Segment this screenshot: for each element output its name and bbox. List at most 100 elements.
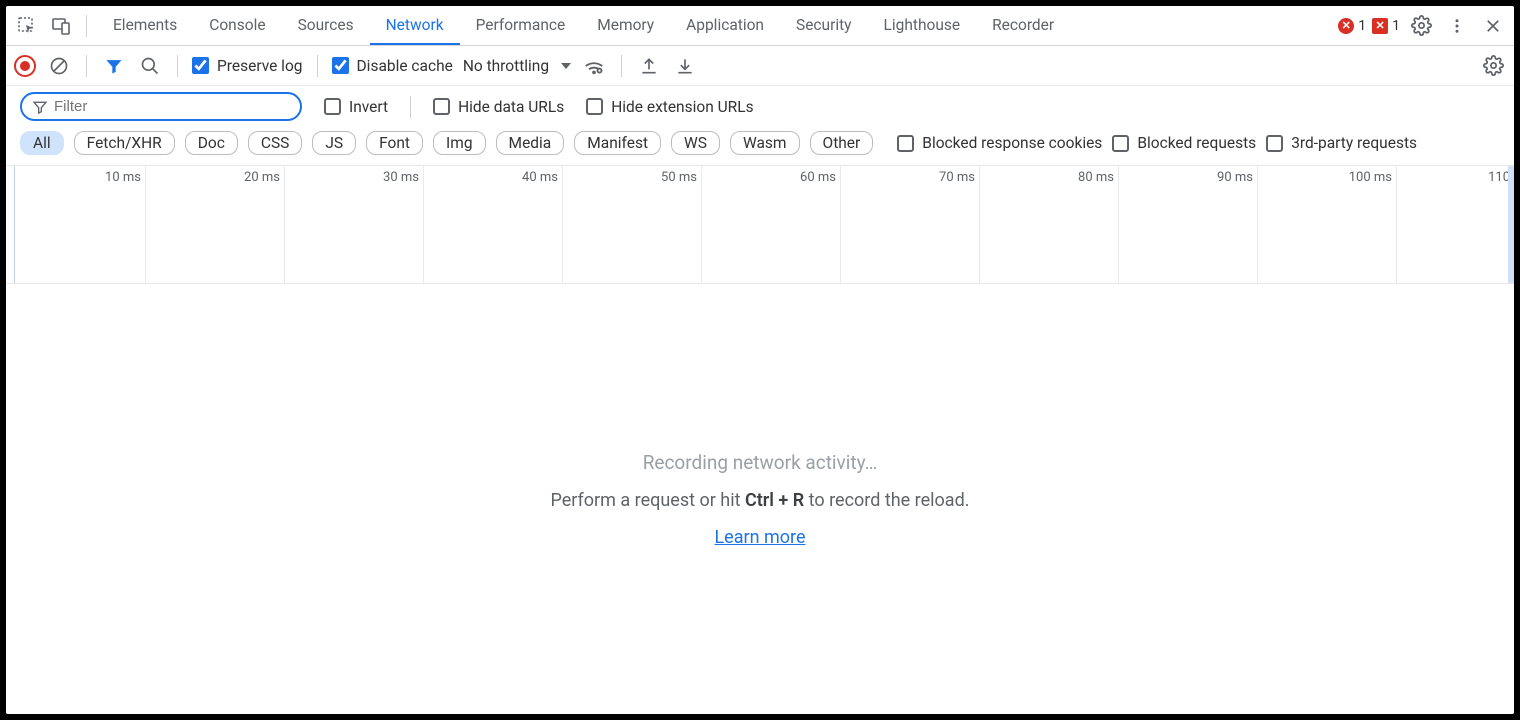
checkbox-icon (586, 98, 603, 115)
tick-label: 10 ms (105, 170, 145, 185)
export-har-icon[interactable] (636, 53, 662, 79)
disable-cache-input[interactable] (332, 57, 349, 74)
error-icon: ✕ (1338, 18, 1354, 34)
learn-more-link[interactable]: Learn more (714, 527, 805, 548)
tick-label: 100 ms (1349, 170, 1396, 185)
close-icon[interactable] (1478, 11, 1508, 41)
invert-label: Invert (349, 98, 388, 116)
blocked-cookies-checkbox[interactable]: Blocked response cookies (897, 134, 1102, 152)
settings-icon[interactable] (1406, 11, 1436, 41)
tick-label: 60 ms (800, 170, 840, 185)
empty-title: Recording network activity… (643, 451, 878, 474)
tick-label: 90 ms (1217, 170, 1257, 185)
tab-sources[interactable]: Sources (282, 6, 370, 45)
tab-elements[interactable]: Elements (97, 6, 193, 45)
network-toolbar: Preserve log Disable cache No throttling (6, 46, 1514, 86)
divider (86, 55, 87, 77)
empty-subtitle: Perform a request or hit Ctrl + R to rec… (551, 490, 970, 511)
chip-js[interactable]: JS (312, 131, 356, 155)
clear-icon[interactable] (46, 53, 72, 79)
hide-data-urls-checkbox[interactable]: Hide data URLs (433, 98, 564, 116)
filter-toggle-icon[interactable] (101, 53, 127, 79)
timeline-scroll-hint (1508, 166, 1514, 283)
tab-performance[interactable]: Performance (460, 6, 582, 45)
search-icon[interactable] (137, 53, 163, 79)
hide-extension-urls-label: Hide extension URLs (611, 98, 753, 116)
divider (177, 55, 178, 77)
filter-icon (32, 99, 48, 115)
invert-checkbox[interactable]: Invert (324, 98, 388, 116)
chip-fetch-xhr[interactable]: Fetch/XHR (74, 131, 175, 155)
throttling-select[interactable]: No throttling (463, 57, 571, 75)
timeline-tick (562, 166, 563, 283)
timeline-tick (701, 166, 702, 283)
third-party-checkbox[interactable]: 3rd-party requests (1266, 134, 1417, 152)
hide-extension-urls-checkbox[interactable]: Hide extension URLs (586, 98, 753, 116)
empty-state: Recording network activity… Perform a re… (6, 284, 1514, 714)
tab-console[interactable]: Console (193, 6, 281, 45)
more-menu-icon[interactable] (1442, 11, 1472, 41)
chip-other[interactable]: Other (810, 131, 874, 155)
divider (317, 55, 318, 77)
chip-css[interactable]: CSS (248, 131, 303, 155)
network-conditions-icon[interactable] (581, 53, 607, 79)
import-har-icon[interactable] (672, 53, 698, 79)
timeline-tick (1396, 166, 1397, 283)
chip-manifest[interactable]: Manifest (574, 131, 661, 155)
devtools-window: Elements Console Sources Network Perform… (6, 6, 1514, 714)
inspect-element-icon[interactable] (12, 11, 42, 41)
throttling-value: No throttling (463, 57, 549, 75)
empty-kbd: Ctrl + R (745, 490, 804, 511)
filter-input[interactable] (54, 98, 288, 115)
checkbox-icon (1112, 135, 1129, 152)
chip-doc[interactable]: Doc (185, 131, 238, 155)
preserve-log-label: Preserve log (217, 57, 303, 75)
empty-post: to record the reload. (804, 490, 969, 511)
issue-icon: ✕ (1372, 18, 1388, 34)
chip-ws[interactable]: WS (671, 131, 720, 155)
preserve-log-input[interactable] (192, 57, 209, 74)
checkbox-icon (433, 98, 450, 115)
tick-label: 50 ms (661, 170, 701, 185)
filter-row: Invert Hide data URLs Hide extension URL… (6, 86, 1514, 123)
tick-label: 70 ms (939, 170, 979, 185)
empty-pre: Perform a request or hit (551, 490, 745, 511)
waterfall-timeline[interactable]: 10 ms 20 ms 30 ms 40 ms 50 ms 60 ms 70 m… (6, 166, 1514, 284)
third-party-label: 3rd-party requests (1291, 134, 1417, 152)
timeline-tick (1257, 166, 1258, 283)
filter-input-wrap[interactable] (20, 92, 302, 121)
tab-recorder[interactable]: Recorder (976, 6, 1070, 45)
timeline-tick (423, 166, 424, 283)
panel-tabs: Elements Console Sources Network Perform… (97, 6, 1070, 45)
timeline-start (14, 166, 15, 283)
tab-lighthouse[interactable]: Lighthouse (868, 6, 977, 45)
disable-cache-checkbox[interactable]: Disable cache (332, 57, 453, 75)
main-tabbar: Elements Console Sources Network Perform… (6, 6, 1514, 46)
record-button[interactable] (14, 55, 36, 77)
chip-media[interactable]: Media (496, 131, 565, 155)
chip-font[interactable]: Font (366, 131, 423, 155)
blocked-cookies-label: Blocked response cookies (922, 134, 1102, 152)
tabbar-right: ✕ 1 ✕ 1 (1338, 11, 1508, 41)
preserve-log-checkbox[interactable]: Preserve log (192, 57, 303, 75)
tab-security[interactable]: Security (780, 6, 868, 45)
network-settings-icon[interactable] (1480, 53, 1506, 79)
tab-network[interactable]: Network (370, 6, 460, 45)
blocked-requests-checkbox[interactable]: Blocked requests (1112, 134, 1256, 152)
issues-badge[interactable]: ✕ 1 (1372, 18, 1400, 34)
timeline-tick (284, 166, 285, 283)
chip-wasm[interactable]: Wasm (730, 131, 800, 155)
checkbox-icon (1266, 135, 1283, 152)
tab-memory[interactable]: Memory (581, 6, 670, 45)
device-toolbar-icon[interactable] (46, 11, 76, 41)
timeline-tick (840, 166, 841, 283)
tick-label: 20 ms (244, 170, 284, 185)
chip-img[interactable]: Img (433, 131, 486, 155)
tick-label: 80 ms (1078, 170, 1118, 185)
tab-application[interactable]: Application (670, 6, 780, 45)
issues-count: 1 (1392, 18, 1400, 34)
timeline-tick (979, 166, 980, 283)
errors-badge[interactable]: ✕ 1 (1338, 18, 1366, 34)
chip-all[interactable]: All (20, 131, 64, 155)
blocked-requests-label: Blocked requests (1137, 134, 1256, 152)
